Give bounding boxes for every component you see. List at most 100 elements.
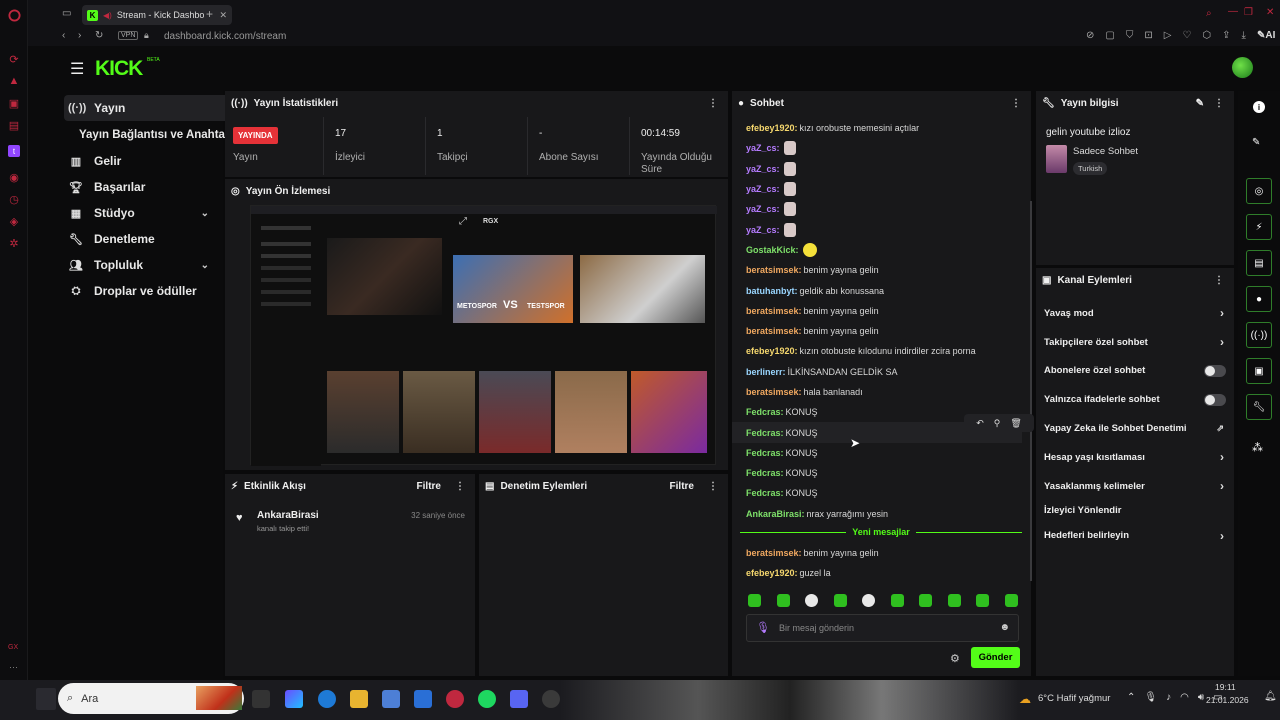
emote-icon[interactable] <box>976 594 989 607</box>
chat-username[interactable]: Fedcras: <box>746 468 784 478</box>
chat-username[interactable]: batuhanbyt: <box>746 286 798 296</box>
start-icon[interactable] <box>36 688 56 710</box>
save-rail-icon[interactable]: ▣ <box>1246 358 1272 384</box>
chat-username[interactable]: yaZ_cs: <box>746 204 780 214</box>
nav-item-gelir[interactable]: ▥ Gelir <box>28 148 223 174</box>
close-window-icon[interactable]: ✕ <box>1266 7 1274 18</box>
news-icon[interactable]: ▤ <box>0 114 28 136</box>
chat-username[interactable]: efebey1920: <box>746 346 798 356</box>
chat-message[interactable]: AnkaraBirasi: nrax yarrağımı yesin <box>732 504 1022 524</box>
trash-icon[interactable]: 🗑︎ <box>1010 418 1021 429</box>
notification-icon[interactable]: 🔔︎ <box>1264 691 1277 702</box>
emote-icon[interactable] <box>833 594 847 607</box>
toggle-switch[interactable] <box>1204 364 1226 377</box>
chevron-down-icon[interactable]: ⌄ <box>201 208 209 219</box>
toggle-switch[interactable] <box>1204 393 1226 406</box>
new-tab-icon[interactable]: + <box>206 7 213 21</box>
more-options-icon[interactable]: ⋮ <box>455 481 465 492</box>
nav-item-denetleme[interactable]: 🔧︎ Denetleme <box>28 226 223 252</box>
audio-icon[interactable]: ◀) <box>103 11 112 20</box>
chat-username[interactable]: beratsimsek: <box>746 387 802 397</box>
chevron-right-icon[interactable]: › <box>1220 335 1224 349</box>
tabs-icon[interactable]: ▭ <box>62 8 71 19</box>
avatar[interactable] <box>1232 57 1253 78</box>
chat-username[interactable]: efebey1920: <box>746 568 798 578</box>
more-icon[interactable]: ··· <box>9 662 18 672</box>
more-options-icon[interactable]: ⋮ <box>1011 98 1021 109</box>
chat-message[interactable]: yaZ_cs: <box>732 199 1022 219</box>
weather-text[interactable]: 6°C Hafif yağmur <box>1038 693 1110 704</box>
chevron-right-icon[interactable]: › <box>1220 450 1224 464</box>
chat-username[interactable]: GostakKick: <box>746 245 799 255</box>
volume-icon[interactable]: 🔊︎ <box>1198 692 1204 703</box>
emote-icon[interactable] <box>748 594 761 607</box>
heart-icon[interactable]: ♡ <box>1182 30 1191 41</box>
category-thumbnail[interactable] <box>1046 145 1067 173</box>
chat-input[interactable]: 🎙︎ Bir mesaj gönderin ☻ <box>746 614 1019 642</box>
emote-icon[interactable] <box>862 594 875 607</box>
reload-icon[interactable]: ↻ <box>95 30 103 41</box>
layout-icon[interactable]: ⁂ <box>1252 441 1263 454</box>
refresh-icon[interactable]: ⟳ <box>0 48 28 70</box>
shield-icon[interactable]: ⛉ <box>1126 30 1134 41</box>
search-tabs-icon[interactable]: ⌕ <box>1206 8 1212 19</box>
info-icon[interactable]: i <box>1253 101 1265 113</box>
stream-preview[interactable]: METOSPOR VS TESTSPOR ⤢ RGX <box>250 205 717 466</box>
nav-item-topluluk[interactable]: 👥︎ Topluluk ⌄ <box>28 252 223 278</box>
extensions-icon[interactable]: ⬡ <box>1202 30 1211 41</box>
filter-button[interactable]: Filtre <box>417 481 441 492</box>
settings-gear-icon[interactable]: ⚙ <box>950 652 960 665</box>
chat-username[interactable]: beratsimsek: <box>746 265 802 275</box>
chat-message[interactable]: GostakKick: <box>732 240 1022 260</box>
emote-icon[interactable] <box>947 594 961 607</box>
document-rail-icon[interactable]: ▤ <box>1246 250 1272 276</box>
chevron-up-icon[interactable]: ⌃ <box>1127 692 1135 703</box>
emoji-icon[interactable]: ☻ <box>999 622 1010 633</box>
url-field[interactable]: dashboard.kick.com/stream <box>164 31 286 42</box>
download-icon[interactable]: ⤓ <box>1242 30 1246 41</box>
chat-username[interactable]: Fedcras: <box>746 407 784 417</box>
forward-icon[interactable]: › <box>78 30 81 41</box>
channel-action-item[interactable]: Yasaklanmış kelimeler › <box>1036 472 1234 501</box>
share-icon[interactable]: ⇪ <box>1222 30 1230 41</box>
filter-button[interactable]: Filtre <box>670 481 694 492</box>
chat-username[interactable]: yaZ_cs: <box>746 184 780 194</box>
tab-close-icon[interactable]: ✕ <box>219 10 227 21</box>
search-input[interactable]: ⌕ Ara <box>58 683 244 714</box>
chat-message[interactable]: beratsimsek: benim yayına gelin <box>732 260 1022 280</box>
chat-username[interactable]: Fedcras: <box>746 428 784 438</box>
mail-icon[interactable] <box>414 690 432 708</box>
channel-action-item[interactable]: Yalnızca ifadelerle sohbet <box>1036 385 1234 414</box>
chat-username[interactable]: Fedcras: <box>746 448 784 458</box>
gaming-icon[interactable]: ▲ <box>0 70 28 92</box>
discord-icon[interactable]: ◈ <box>0 210 28 232</box>
vpn-badge[interactable]: VPN <box>118 31 139 40</box>
nav-item-basarilar[interactable]: 🏆︎ Başarılar <box>28 174 223 200</box>
emote-icon[interactable] <box>805 594 818 607</box>
emote-icon[interactable] <box>919 594 932 607</box>
task-view-icon[interactable] <box>252 690 270 708</box>
edit-icon[interactable]: ✎ <box>1196 98 1204 109</box>
file-explorer-icon[interactable] <box>350 690 368 708</box>
chat-username[interactable]: efebey1920: <box>746 123 798 133</box>
chat-username[interactable]: beratsimsek: <box>746 306 802 316</box>
send-button[interactable]: Gönder <box>971 647 1020 668</box>
chat-message[interactable]: beratsimsek: benim yayına gelin <box>732 321 1022 341</box>
chevron-right-icon[interactable]: › <box>1220 306 1224 320</box>
pin-icon[interactable]: ⚲ <box>994 418 1001 429</box>
chevron-right-icon[interactable]: › <box>1220 529 1224 543</box>
discord-icon[interactable] <box>510 690 528 708</box>
store-icon[interactable] <box>382 690 400 708</box>
more-options-icon[interactable]: ⋮ <box>708 98 718 109</box>
chat-message[interactable]: Fedcras: KONUŞ <box>732 463 1022 483</box>
more-options-icon[interactable]: ⋮ <box>708 481 718 492</box>
nav-item-studyo[interactable]: ▦ Stüdyo ⌄ <box>28 200 223 226</box>
kick-logo[interactable]: KICK <box>95 57 143 81</box>
channel-action-item[interactable]: Abonelere özel sohbet <box>1036 357 1234 386</box>
chat-message[interactable]: yaZ_cs: <box>732 219 1022 239</box>
chat-message[interactable]: Fedcras: KONUŞ <box>732 443 1022 463</box>
channel-action-item[interactable]: Hedefleri belirleyin › <box>1036 521 1234 551</box>
chat-username[interactable]: Fedcras: <box>746 488 784 498</box>
microphone-tray-icon[interactable]: 🎙︎ <box>1144 692 1157 703</box>
chat-message[interactable]: berlinerr: İLKİNSANDAN GELDİK SA <box>732 362 1022 382</box>
